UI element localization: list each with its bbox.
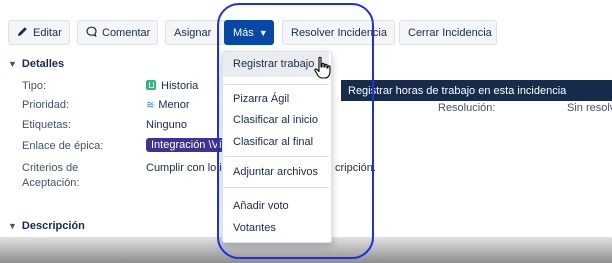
type-value-text: Historia [161, 80, 199, 92]
menu-divider [223, 156, 329, 157]
menu-divider [223, 84, 329, 85]
priority-label: Prioridad: [22, 99, 70, 111]
description-heading: Descripción [21, 220, 85, 232]
menu-item-rank-bottom[interactable]: Clasificar al final [223, 134, 329, 151]
more-button[interactable]: Más ▼ [224, 20, 274, 45]
menu-item-rank-top[interactable]: Clasificar al inicio [223, 112, 329, 129]
menu-item-add-vote[interactable]: Añadir voto [223, 198, 329, 215]
priority-value-text: Menor [158, 99, 190, 111]
epic-link-value[interactable]: Integración \Ví [146, 138, 227, 152]
close-label: Cerrar Incidencia [408, 26, 492, 39]
comment-label: Comentar [102, 26, 151, 39]
story-icon [146, 80, 156, 90]
type-label: Tipo: [22, 80, 47, 92]
close-issue-button[interactable]: Cerrar Incidencia [399, 20, 497, 45]
acceptance-criteria-value: Cumplir con lo i [146, 162, 222, 174]
resolution-label: Resolución: [438, 102, 496, 114]
resolution-value: Sin resolve [567, 102, 612, 114]
epic-link-label: Enlace de épica: [22, 140, 104, 152]
hand-cursor-icon [313, 56, 333, 83]
description-section-toggle[interactable]: ▼ Descripción [8, 220, 85, 232]
pencil-icon [17, 26, 28, 40]
chevron-down-icon: ▼ [8, 59, 17, 69]
type-value: Historia [146, 80, 198, 92]
details-section-toggle[interactable]: ▼ Detalles [8, 58, 64, 70]
acceptance-criteria-label-line2: Aceptación: [22, 177, 80, 189]
labels-label: Etiquetas: [22, 119, 71, 131]
resolve-issue-button[interactable]: Resolver Incidencia [282, 20, 395, 45]
assign-button[interactable]: Asignar [165, 20, 225, 45]
log-work-tooltip: Registrar horas de trabajo en esta incid… [341, 80, 612, 101]
priority-value: ≋ Menor [146, 99, 190, 111]
priority-minor-icon: ≋ [146, 100, 155, 111]
resolve-label: Resolver Incidencia [291, 26, 387, 39]
menu-item-agile-board[interactable]: Pizarra Ágil [223, 91, 329, 108]
comment-button[interactable]: Comentar [77, 20, 158, 45]
acceptance-criteria-value-tail: cripción. [335, 162, 376, 174]
acceptance-criteria-label-line1: Criterios de [22, 162, 79, 174]
menu-item-attach-files[interactable]: Adjuntar archivos [223, 164, 329, 181]
chevron-down-icon: ▼ [8, 221, 17, 231]
menu-item-voters[interactable]: Votantes [223, 220, 329, 237]
edit-label: Editar [33, 26, 62, 39]
chevron-down-icon: ▼ [258, 27, 268, 38]
epic-tag[interactable]: Integración \Ví [146, 138, 227, 152]
assign-label: Asignar [174, 26, 212, 39]
details-heading: Detalles [21, 58, 65, 70]
comment-icon [86, 26, 97, 40]
labels-value: Ninguno [146, 119, 187, 131]
edit-button[interactable]: Editar [8, 20, 70, 45]
more-label: Más [233, 26, 254, 39]
menu-divider [223, 187, 329, 188]
